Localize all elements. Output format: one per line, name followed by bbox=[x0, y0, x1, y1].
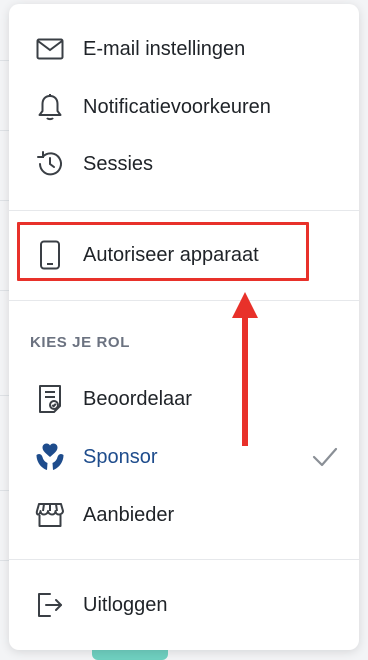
history-icon bbox=[35, 149, 65, 179]
menu-item-logout[interactable]: Uitloggen bbox=[9, 580, 359, 630]
annotation-highlight-box bbox=[17, 222, 309, 281]
bell-icon bbox=[35, 92, 65, 122]
menu-item-label: Aanbieder bbox=[83, 503, 175, 526]
menu-item-label: Sponsor bbox=[83, 445, 158, 468]
menu-item-label: E-mail instellingen bbox=[83, 37, 246, 60]
role-item-reviewer[interactable]: Beoordelaar bbox=[9, 374, 359, 424]
storefront-icon bbox=[35, 500, 65, 530]
role-item-sponsor[interactable]: Sponsor bbox=[9, 432, 359, 482]
role-section-title: KIES JE ROL bbox=[30, 334, 130, 351]
menu-divider bbox=[9, 300, 359, 301]
menu-item-label: Notificatievoorkeuren bbox=[83, 95, 271, 118]
menu-item-label: Uitloggen bbox=[83, 593, 168, 616]
account-dropdown-menu: E-mail instellingen Notificatievoorkeure… bbox=[9, 4, 359, 650]
logout-icon bbox=[35, 590, 65, 620]
menu-item-notification-preferences[interactable]: Notificatievoorkeuren bbox=[9, 82, 359, 132]
mail-icon bbox=[35, 34, 65, 64]
menu-item-label: Sessies bbox=[83, 152, 154, 175]
menu-divider bbox=[9, 559, 359, 560]
menu-item-sessions[interactable]: Sessies bbox=[9, 139, 359, 189]
menu-divider bbox=[9, 210, 359, 211]
heart-hands-icon bbox=[35, 442, 65, 472]
menu-item-email-settings[interactable]: E-mail instellingen bbox=[9, 24, 359, 74]
checkmark-icon bbox=[312, 447, 338, 467]
review-document-icon bbox=[35, 384, 65, 414]
role-item-provider[interactable]: Aanbieder bbox=[9, 490, 359, 540]
annotation-arrow-icon bbox=[232, 292, 258, 446]
menu-item-label: Beoordelaar bbox=[83, 387, 192, 410]
